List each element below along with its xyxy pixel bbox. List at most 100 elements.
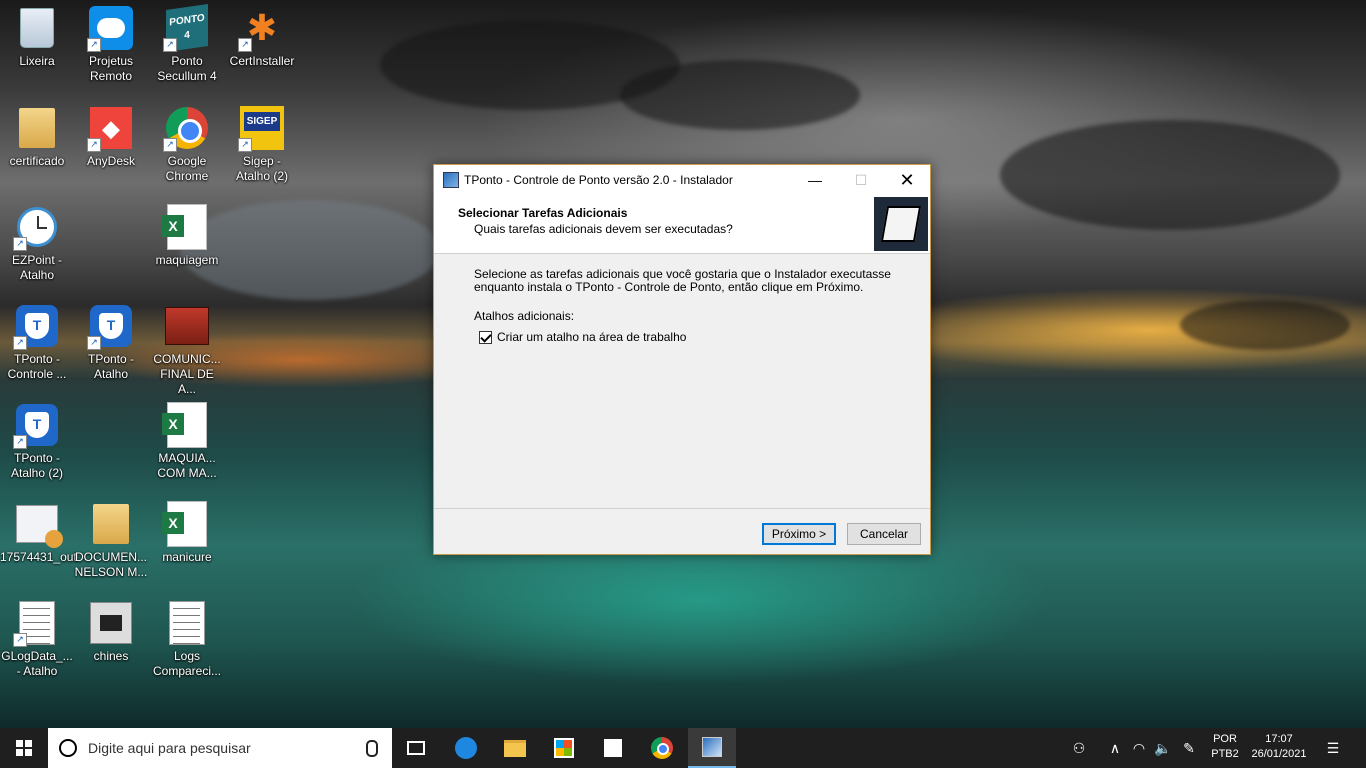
search-placeholder: Digite aqui para pesquisar: [88, 740, 251, 756]
chrome-icon: [651, 737, 673, 759]
desktop-icon-sigep[interactable]: SIGEP ↗ Sigep - Atalho (2): [225, 106, 299, 184]
store-icon: [554, 738, 574, 758]
desktop-icon-projetus-remoto[interactable]: ↗ Projetus Remoto: [74, 6, 148, 84]
start-button[interactable]: [0, 728, 48, 768]
desktop-icon-tponto-controle[interactable]: T ↗ TPonto - Controle ...: [0, 304, 74, 382]
desktop-icon-label: 17574431_out: [0, 550, 77, 564]
keyboard-layout: PTB2: [1211, 748, 1239, 760]
wizard-description: Selecione as tarefas adicionais que você…: [474, 267, 891, 294]
desktop-icon-label: EZPoint - Atalho: [11, 253, 62, 282]
desktop-icon-17574431-out[interactable]: 17574431_out: [0, 502, 77, 565]
minimize-button[interactable]: —: [792, 165, 838, 195]
setup-computer-icon: [874, 197, 928, 251]
next-button[interactable]: Próximo >: [762, 523, 836, 545]
desktop-icon-manicure[interactable]: manicure: [150, 501, 224, 565]
folder-zip-icon: [89, 502, 133, 546]
volume-button[interactable]: 🔈: [1152, 728, 1174, 768]
tponto-icon: T ↗: [87, 304, 133, 350]
maximize-button[interactable]: ☐: [838, 165, 884, 195]
taskbar-store[interactable]: [540, 728, 588, 768]
window-title: TPonto - Controle de Ponto versão 2.0 - …: [464, 173, 733, 187]
desktop-icon-lixeira[interactable]: Lixeira: [0, 6, 74, 69]
task-view-icon: [407, 741, 425, 755]
folder-zip-icon: [15, 106, 59, 150]
taskbar-search-box[interactable]: Digite aqui para pesquisar: [48, 728, 392, 768]
network-button[interactable]: ◠: [1128, 728, 1150, 768]
desktop-icon-label: maquiagem: [155, 253, 219, 267]
desktop-icon-documen-nelson[interactable]: DOCUMEN... NELSON M...: [74, 502, 148, 580]
wizard-header: Selecionar Tarefas Adicionais Quais tare…: [434, 195, 930, 254]
desktop-icon-label: Logs Compareci...: [152, 649, 222, 678]
clock-time: 17:07: [1265, 733, 1293, 745]
desktop-icon-certificado[interactable]: certificado: [0, 106, 74, 169]
desktop-icon-label: Google Chrome: [165, 154, 209, 183]
desktop-icon-label: DOCUMEN... NELSON M...: [74, 550, 148, 579]
desktop-icon-label: TPonto - Atalho (2): [10, 451, 64, 480]
desktop-icon-label: TPonto - Controle ...: [7, 352, 67, 381]
desktop-icon-google-chrome[interactable]: ↗ Google Chrome: [150, 106, 224, 184]
checkbox-label[interactable]: Criar um atalho na área de trabalho: [497, 330, 686, 344]
installer-icon: [702, 737, 722, 757]
close-button[interactable]: ✕: [884, 165, 930, 195]
window-titlebar[interactable]: TPonto - Controle de Ponto versão 2.0 - …: [434, 165, 930, 195]
desktop-icon-label: chines: [93, 649, 129, 663]
time-clock-device-icon: [89, 601, 133, 645]
pen-workspace-button[interactable]: ✎: [1178, 728, 1200, 768]
chrome-icon: ↗: [163, 106, 209, 152]
taskbar-chrome[interactable]: [638, 728, 686, 768]
sticky-notes-icon: [604, 739, 622, 757]
taskbar-file-explorer[interactable]: [491, 728, 539, 768]
desktop-icon-ponto-secullum[interactable]: PONTO 4 ↗ Ponto Secullum 4: [150, 4, 224, 84]
desktop-icon-certinstaller[interactable]: ✱ ↗ CertInstaller: [225, 6, 299, 69]
desktop-icon-label: AnyDesk: [86, 154, 136, 168]
desktop-icon-tponto-atalho[interactable]: T ↗ TPonto - Atalho: [74, 304, 148, 382]
wizard-content: Selecione as tarefas adicionais que você…: [434, 254, 930, 509]
wifi-icon: ◠: [1132, 739, 1146, 756]
tponto-icon: T ↗: [13, 304, 59, 350]
desktop-icon-tponto-atalho-2[interactable]: T ↗ TPonto - Atalho (2): [0, 403, 74, 481]
desktop-icon-logs-compareci[interactable]: Logs Compareci...: [150, 601, 224, 679]
chevron-up-icon: ∧: [1109, 739, 1121, 756]
edge-icon: [455, 737, 477, 759]
taskbar-installer[interactable]: [688, 728, 736, 768]
taskbar-edge[interactable]: [442, 728, 490, 768]
notifications-icon: ☰: [1326, 739, 1340, 756]
people-button[interactable]: ⚇: [1066, 728, 1092, 768]
desktop-icon-label: MAQUIA... COM MA...: [157, 451, 217, 480]
installer-app-icon: [443, 172, 459, 188]
desktop-icon-glogdata[interactable]: ↗ GLogData_... - Atalho: [0, 601, 74, 679]
desktop-icon-maquia-com-ma[interactable]: MAQUIA... COM MA...: [150, 402, 224, 481]
show-hidden-icons-button[interactable]: ∧: [1104, 728, 1126, 768]
desktop-icon-label: Sigep - Atalho (2): [235, 154, 289, 183]
task-view-button[interactable]: [392, 728, 440, 768]
taskbar-clock[interactable]: 17:07 26/01/2021: [1244, 732, 1314, 762]
desktop-icon-chines[interactable]: chines: [74, 601, 148, 664]
image-file-icon: [165, 304, 209, 348]
taskbar-sticky-notes[interactable]: [589, 728, 637, 768]
desktop-icon-comunicado[interactable]: COMUNIC... FINAL DE A...: [150, 304, 224, 397]
windows-logo-icon: [16, 740, 32, 756]
wizard-page-subtitle: Quais tarefas adicionais devem ser execu…: [474, 222, 733, 236]
desktop-shortcut-checkbox[interactable]: Criar um atalho na área de trabalho: [479, 330, 686, 344]
action-center-button[interactable]: ☰: [1320, 728, 1346, 768]
desktop-icon-ezpoint[interactable]: ↗ EZPoint - Atalho: [0, 205, 74, 283]
desktop-icon-label: Lixeira: [19, 54, 55, 68]
excel-file-icon: [162, 204, 209, 250]
cortana-circle-icon: [59, 739, 77, 757]
taskbar: Digite aqui para pesquisar ⚇ ∧ ◠ 🔈 ✎ POR…: [0, 728, 1366, 768]
desktop-icon-anydesk[interactable]: ◆ ↗ AnyDesk: [74, 106, 148, 169]
input-language-indicator[interactable]: POR PTB2: [1206, 732, 1244, 762]
checkbox-checked-icon[interactable]: [479, 330, 492, 344]
desktop-icon-maquiagem[interactable]: maquiagem: [150, 204, 224, 268]
microphone-icon[interactable]: [366, 740, 378, 757]
wizard-page-title: Selecionar Tarefas Adicionais: [458, 206, 628, 220]
pen-icon: ✎: [1183, 739, 1195, 756]
text-file-icon: [165, 601, 209, 645]
certinstaller-icon: ✱ ↗: [238, 6, 284, 52]
tponto-icon: T ↗: [13, 403, 59, 449]
cancel-button[interactable]: Cancelar: [847, 523, 921, 545]
language-code: POR: [1213, 733, 1237, 745]
desktop-icon-label: COMUNIC... FINAL DE A...: [153, 352, 221, 396]
people-icon: ⚇: [1072, 739, 1086, 756]
anydesk-icon: ◆ ↗: [87, 106, 133, 152]
